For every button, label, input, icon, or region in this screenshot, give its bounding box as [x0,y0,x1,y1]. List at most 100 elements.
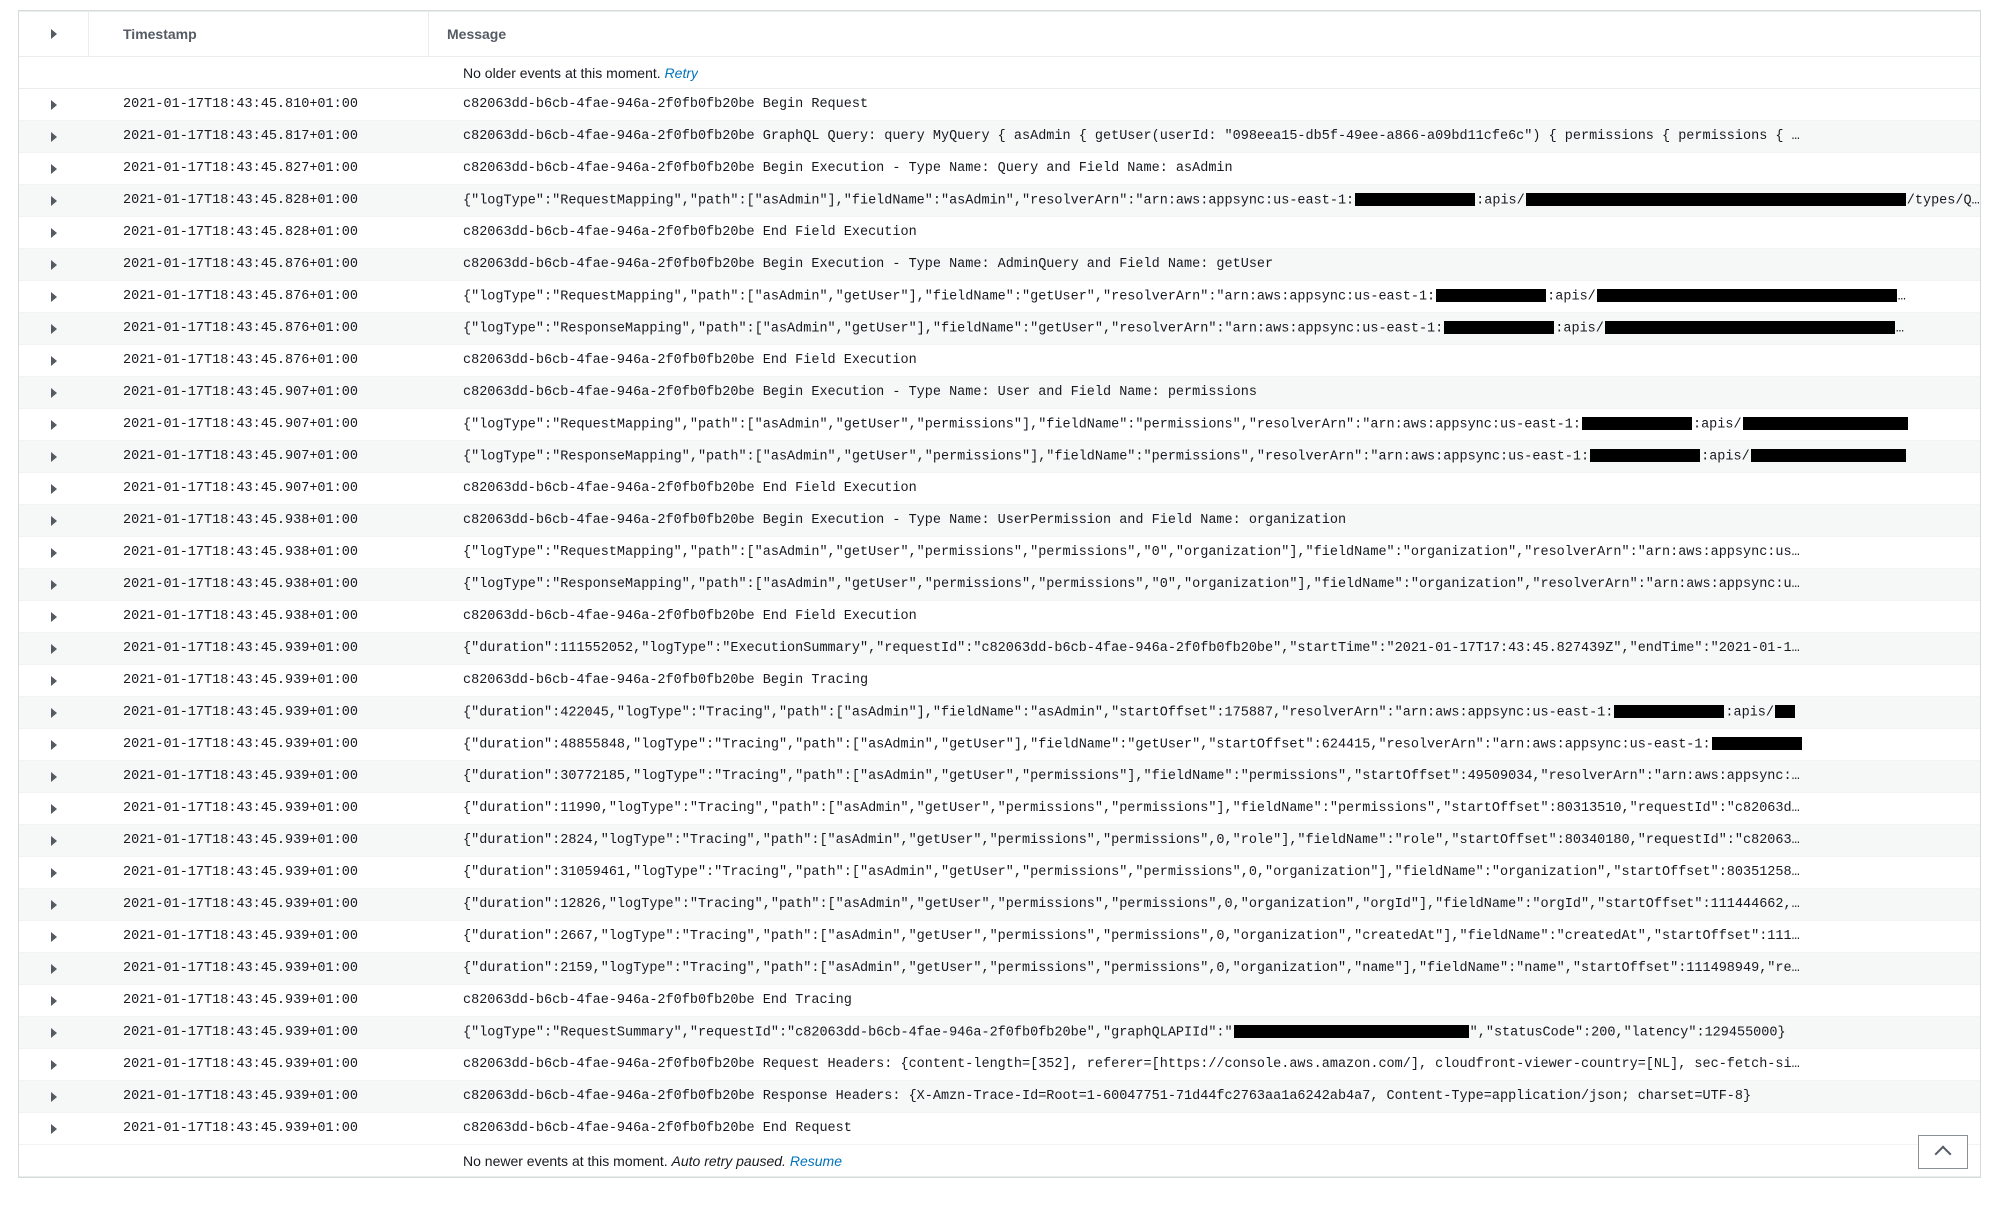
log-row[interactable]: 2021-01-17T18:43:45.939+01:00{"logType":… [19,1017,1980,1049]
log-row[interactable]: 2021-01-17T18:43:45.939+01:00{"duration"… [19,729,1980,761]
expand-row-toggle[interactable] [19,484,89,494]
expand-row-toggle[interactable] [19,580,89,590]
log-message-text: c82063dd-b6cb-4fae-946a-2f0fb0fb20be Beg… [463,513,1346,528]
log-message-text: c82063dd-b6cb-4fae-946a-2f0fb0fb20be End… [463,353,917,368]
log-row[interactable]: 2021-01-17T18:43:45.939+01:00{"duration"… [19,953,1980,985]
log-row[interactable]: 2021-01-17T18:43:45.939+01:00{"duration"… [19,793,1980,825]
log-message-text: c82063dd-b6cb-4fae-946a-2f0fb0fb20be Gra… [463,129,1800,144]
caret-right-icon [51,996,57,1006]
log-message-text: {"logType":"RequestSummary","requestId":… [463,1025,1233,1040]
log-row[interactable]: 2021-01-17T18:43:45.938+01:00c82063dd-b6… [19,505,1980,537]
expand-row-toggle[interactable] [19,324,89,334]
log-timestamp: 2021-01-17T18:43:45.939+01:00 [89,897,429,912]
expand-row-toggle[interactable] [19,292,89,302]
expand-row-toggle[interactable] [19,196,89,206]
expand-row-toggle[interactable] [19,676,89,686]
log-row[interactable]: 2021-01-17T18:43:45.810+01:00c82063dd-b6… [19,89,1980,121]
expand-all-toggle[interactable] [19,12,89,56]
log-timestamp: 2021-01-17T18:43:45.939+01:00 [89,1089,429,1104]
log-message: {"duration":30772185,"logType":"Tracing"… [429,769,1980,784]
log-message: c82063dd-b6cb-4fae-946a-2f0fb0fb20be Gra… [429,129,1980,144]
expand-row-toggle[interactable] [19,804,89,814]
expand-row-toggle[interactable] [19,836,89,846]
expand-row-toggle[interactable] [19,100,89,110]
log-row[interactable]: 2021-01-17T18:43:45.827+01:00c82063dd-b6… [19,153,1980,185]
log-row[interactable]: 2021-01-17T18:43:45.939+01:00{"duration"… [19,825,1980,857]
log-row[interactable]: 2021-01-17T18:43:45.939+01:00{"duration"… [19,889,1980,921]
log-row[interactable]: 2021-01-17T18:43:45.907+01:00c82063dd-b6… [19,473,1980,505]
expand-row-toggle[interactable] [19,868,89,878]
expand-row-toggle[interactable] [19,260,89,270]
log-message: {"duration":2667,"logType":"Tracing","pa… [429,929,1980,944]
log-row[interactable]: 2021-01-17T18:43:45.939+01:00{"duration"… [19,697,1980,729]
retry-link[interactable]: Retry [665,65,698,81]
expand-row-toggle[interactable] [19,420,89,430]
log-row[interactable]: 2021-01-17T18:43:45.907+01:00{"logType":… [19,409,1980,441]
expand-row-toggle[interactable] [19,452,89,462]
expand-row-toggle[interactable] [19,1028,89,1038]
log-row[interactable]: 2021-01-17T18:43:45.907+01:00{"logType":… [19,441,1980,473]
log-row[interactable]: 2021-01-17T18:43:45.828+01:00{"logType":… [19,185,1980,217]
log-row[interactable]: 2021-01-17T18:43:45.938+01:00c82063dd-b6… [19,601,1980,633]
log-row[interactable]: 2021-01-17T18:43:45.939+01:00{"duration"… [19,857,1980,889]
log-message-text: {"logType":"ResponseMapping","path":["as… [463,321,1443,336]
log-row[interactable]: 2021-01-17T18:43:45.907+01:00c82063dd-b6… [19,377,1980,409]
redacted-block [1444,321,1554,334]
expand-row-toggle[interactable] [19,1060,89,1070]
resume-link[interactable]: Resume [790,1153,842,1169]
expand-row-toggle[interactable] [19,548,89,558]
log-message: {"logType":"RequestMapping","path":["asA… [429,193,1980,209]
log-message-text: :apis/ [1725,705,1774,720]
log-row[interactable]: 2021-01-17T18:43:45.939+01:00c82063dd-b6… [19,985,1980,1017]
log-row[interactable]: 2021-01-17T18:43:45.939+01:00c82063dd-b6… [19,1113,1980,1145]
caret-right-icon [51,676,57,686]
expand-row-toggle[interactable] [19,516,89,526]
log-row[interactable]: 2021-01-17T18:43:45.939+01:00c82063dd-b6… [19,1081,1980,1113]
caret-right-icon [51,516,57,526]
log-row[interactable]: 2021-01-17T18:43:45.876+01:00c82063dd-b6… [19,345,1980,377]
log-timestamp: 2021-01-17T18:43:45.938+01:00 [89,577,429,592]
log-row[interactable]: 2021-01-17T18:43:45.938+01:00{"logType":… [19,569,1980,601]
expand-row-toggle[interactable] [19,1092,89,1102]
log-message: {"duration":2824,"logType":"Tracing","pa… [429,833,1980,848]
expand-row-toggle[interactable] [19,228,89,238]
expand-row-toggle[interactable] [19,900,89,910]
log-row[interactable]: 2021-01-17T18:43:45.828+01:00c82063dd-b6… [19,217,1980,249]
header-message[interactable]: Message [429,12,1980,56]
expand-row-toggle[interactable] [19,740,89,750]
log-message-text: {"duration":2667,"logType":"Tracing","pa… [463,929,1800,944]
expand-row-toggle[interactable] [19,772,89,782]
header-timestamp[interactable]: Timestamp [89,12,429,56]
log-row[interactable]: 2021-01-17T18:43:45.876+01:00c82063dd-b6… [19,249,1980,281]
log-message-text: … [1896,321,1904,336]
log-row[interactable]: 2021-01-17T18:43:45.939+01:00{"duration"… [19,921,1980,953]
expand-row-toggle[interactable] [19,388,89,398]
expand-row-toggle[interactable] [19,964,89,974]
expand-row-toggle[interactable] [19,932,89,942]
newer-events-notice: No newer events at this moment. Auto ret… [19,1145,1980,1177]
redacted-block [1590,449,1700,462]
log-row[interactable]: 2021-01-17T18:43:45.876+01:00{"logType":… [19,281,1980,313]
expand-row-toggle[interactable] [19,132,89,142]
log-message: c82063dd-b6cb-4fae-946a-2f0fb0fb20be End… [429,353,1980,368]
expand-row-toggle[interactable] [19,996,89,1006]
caret-right-icon [51,612,57,622]
expand-row-toggle[interactable] [19,644,89,654]
log-row[interactable]: 2021-01-17T18:43:45.939+01:00{"duration"… [19,761,1980,793]
expand-row-toggle[interactable] [19,708,89,718]
expand-row-toggle[interactable] [19,164,89,174]
expand-row-toggle[interactable] [19,612,89,622]
log-row[interactable]: 2021-01-17T18:43:45.939+01:00{"duration"… [19,633,1980,665]
log-row[interactable]: 2021-01-17T18:43:45.939+01:00c82063dd-b6… [19,665,1980,697]
expand-row-toggle[interactable] [19,1124,89,1134]
scroll-to-top-button[interactable] [1918,1135,1968,1169]
expand-row-toggle[interactable] [19,356,89,366]
log-message: {"duration":11990,"logType":"Tracing","p… [429,801,1980,816]
log-row[interactable]: 2021-01-17T18:43:45.817+01:00c82063dd-b6… [19,121,1980,153]
log-timestamp: 2021-01-17T18:43:45.907+01:00 [89,449,429,464]
log-row[interactable]: 2021-01-17T18:43:45.876+01:00{"logType":… [19,313,1980,345]
log-row[interactable]: 2021-01-17T18:43:45.938+01:00{"logType":… [19,537,1980,569]
log-row[interactable]: 2021-01-17T18:43:45.939+01:00c82063dd-b6… [19,1049,1980,1081]
log-message-text: c82063dd-b6cb-4fae-946a-2f0fb0fb20be End… [463,481,917,496]
log-timestamp: 2021-01-17T18:43:45.939+01:00 [89,769,429,784]
